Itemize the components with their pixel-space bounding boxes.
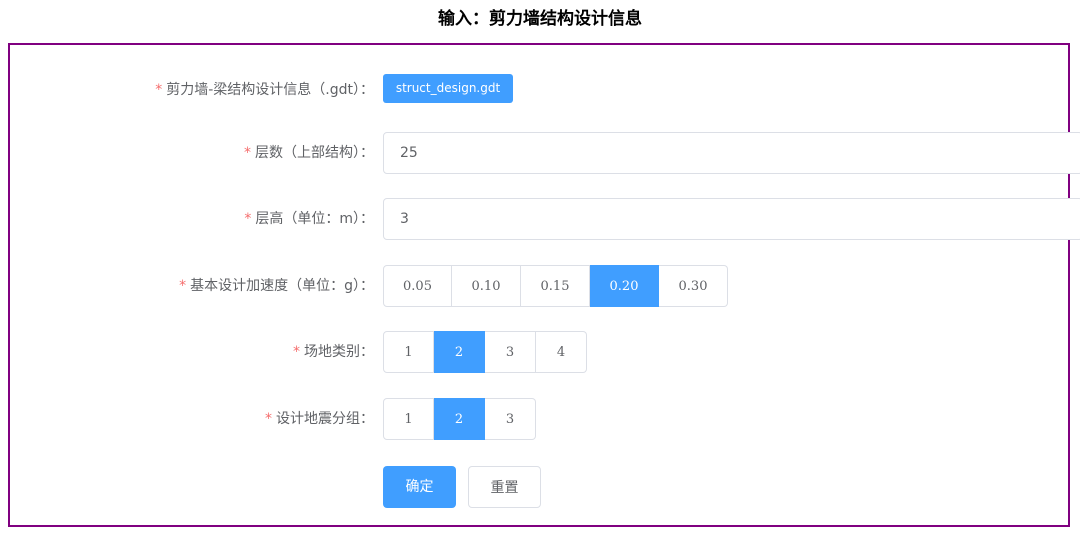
required-mark: *	[155, 82, 163, 98]
height-input[interactable]: 3	[383, 198, 1080, 240]
acceleration-option[interactable]: 0.05	[383, 265, 452, 307]
floors-input[interactable]: 25	[383, 132, 1080, 174]
floors-row: * 层数（上部结构）： 25	[10, 132, 1080, 174]
acceleration-option[interactable]: 0.20	[590, 265, 659, 307]
site-label-text: 场地类别：	[304, 344, 374, 360]
file-row: * 剪力墙-梁结构设计信息（.gdt）：	[10, 69, 1068, 111]
acceleration-option[interactable]: 0.30	[659, 265, 728, 307]
floors-label: * 层数（上部结构）：	[10, 132, 374, 174]
acceleration-label: * 基本设计加速度（单位：g）：	[10, 265, 374, 307]
site-option[interactable]: 4	[536, 331, 587, 373]
group-option[interactable]: 1	[383, 398, 434, 440]
site-option[interactable]: 2	[434, 331, 485, 373]
group-row: * 设计地震分组： 1 2 3	[10, 398, 1068, 440]
file-label-text: 剪力墙-梁结构设计信息（.gdt）：	[166, 82, 374, 98]
site-option[interactable]: 3	[485, 331, 536, 373]
required-mark: *	[244, 211, 252, 227]
acceleration-option[interactable]: 0.15	[521, 265, 590, 307]
floors-label-text: 层数（上部结构）：	[255, 145, 374, 161]
required-mark: *	[265, 411, 272, 427]
group-label-text: 设计地震分组：	[276, 411, 374, 427]
height-row: * 层高（单位：m）： 3	[10, 198, 1080, 240]
required-mark: *	[293, 344, 300, 360]
group-radio-group: 1 2 3	[383, 398, 536, 440]
acceleration-option[interactable]: 0.10	[452, 265, 521, 307]
group-label: * 设计地震分组：	[10, 398, 374, 440]
page-title: 输入：剪力墙结构设计信息	[438, 9, 642, 29]
required-mark: *	[179, 278, 187, 294]
site-row: * 场地类别： 1 2 3 4	[10, 331, 1068, 373]
group-option[interactable]: 2	[434, 398, 485, 440]
site-radio-group: 1 2 3 4	[383, 331, 587, 373]
site-label: * 场地类别：	[10, 331, 374, 373]
design-info-form: * 剪力墙-梁结构设计信息（.gdt）： struct_design.gdt * 层…	[8, 43, 1080, 527]
acceleration-label-text: 基本设计加速度（单位：g）：	[190, 278, 374, 294]
site-option[interactable]: 1	[383, 331, 434, 373]
confirm-button[interactable]: 确定	[383, 466, 456, 508]
height-label: * 层高（单位：m）：	[10, 198, 374, 240]
acceleration-row: * 基本设计加速度（单位：g）： 0.05 0.10 0.15 0.20 0.30	[10, 265, 1068, 307]
height-label-text: 层高（单位：m）：	[255, 211, 374, 227]
reset-button[interactable]: 重置	[468, 466, 541, 508]
acceleration-radio-group: 0.05 0.10 0.15 0.20 0.30	[383, 265, 728, 307]
file-label: * 剪力墙-梁结构设计信息（.gdt）：	[10, 69, 374, 111]
upload-file-button[interactable]: struct_design.gdt	[383, 74, 513, 103]
required-mark: *	[244, 145, 251, 161]
group-option[interactable]: 3	[485, 398, 536, 440]
